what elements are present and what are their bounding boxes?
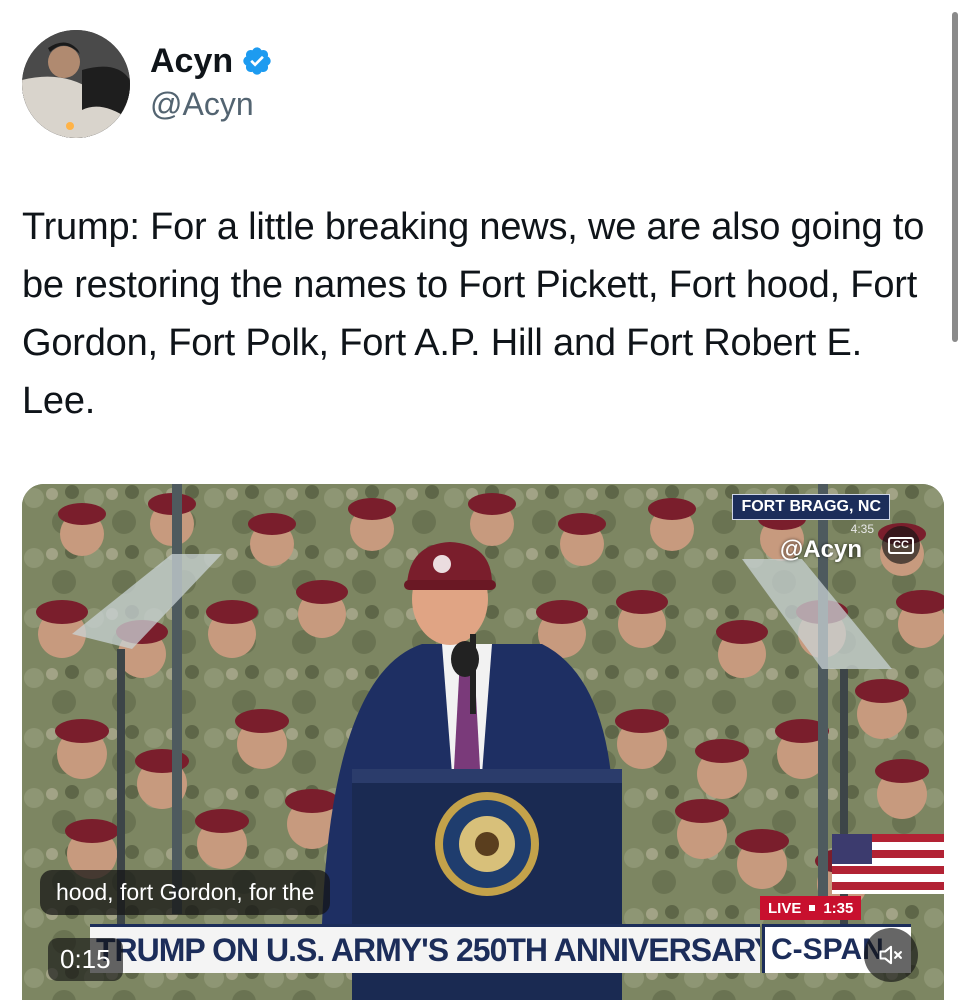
news-chyron: TRUMP ON U.S. ARMY'S 250TH ANNIVERSARY	[90, 924, 760, 973]
author-avatar[interactable]	[22, 30, 130, 138]
closed-captions-icon: CC	[888, 536, 914, 554]
video-watermark: @Acyn	[779, 536, 862, 563]
author-handle[interactable]: @Acyn	[150, 84, 273, 124]
mute-button[interactable]	[864, 928, 918, 982]
mute-icon	[879, 945, 902, 965]
video-caption: hood, fort Gordon, for the	[40, 870, 331, 915]
tweet-header: Acyn @Acyn	[22, 30, 922, 140]
closed-captions-button[interactable]: CC	[882, 526, 920, 564]
live-dot	[809, 905, 816, 911]
location-bug: FORT BRAGG, NC	[732, 494, 890, 520]
page-scrollbar[interactable]	[952, 12, 958, 342]
american-flag	[832, 834, 944, 894]
video-player[interactable]: FORT BRAGG, NC 4:35 @Acyn CC hood, fort …	[22, 484, 944, 1000]
video-elapsed-time: 0:15	[48, 938, 123, 981]
author-names: Acyn @Acyn	[150, 40, 273, 124]
avatar-image	[22, 30, 130, 138]
verified-badge-icon	[243, 47, 271, 75]
author-display-name[interactable]: Acyn	[150, 40, 233, 82]
live-bug: LIVE 1:35	[760, 896, 862, 920]
live-time: 1:35	[823, 899, 854, 917]
tweet-text: Trump: For a little breaking news, we ar…	[22, 206, 925, 422]
broadcast-clock: 4:35	[850, 522, 874, 536]
author-display-name-row[interactable]: Acyn	[150, 40, 273, 82]
live-label: LIVE	[768, 899, 802, 917]
